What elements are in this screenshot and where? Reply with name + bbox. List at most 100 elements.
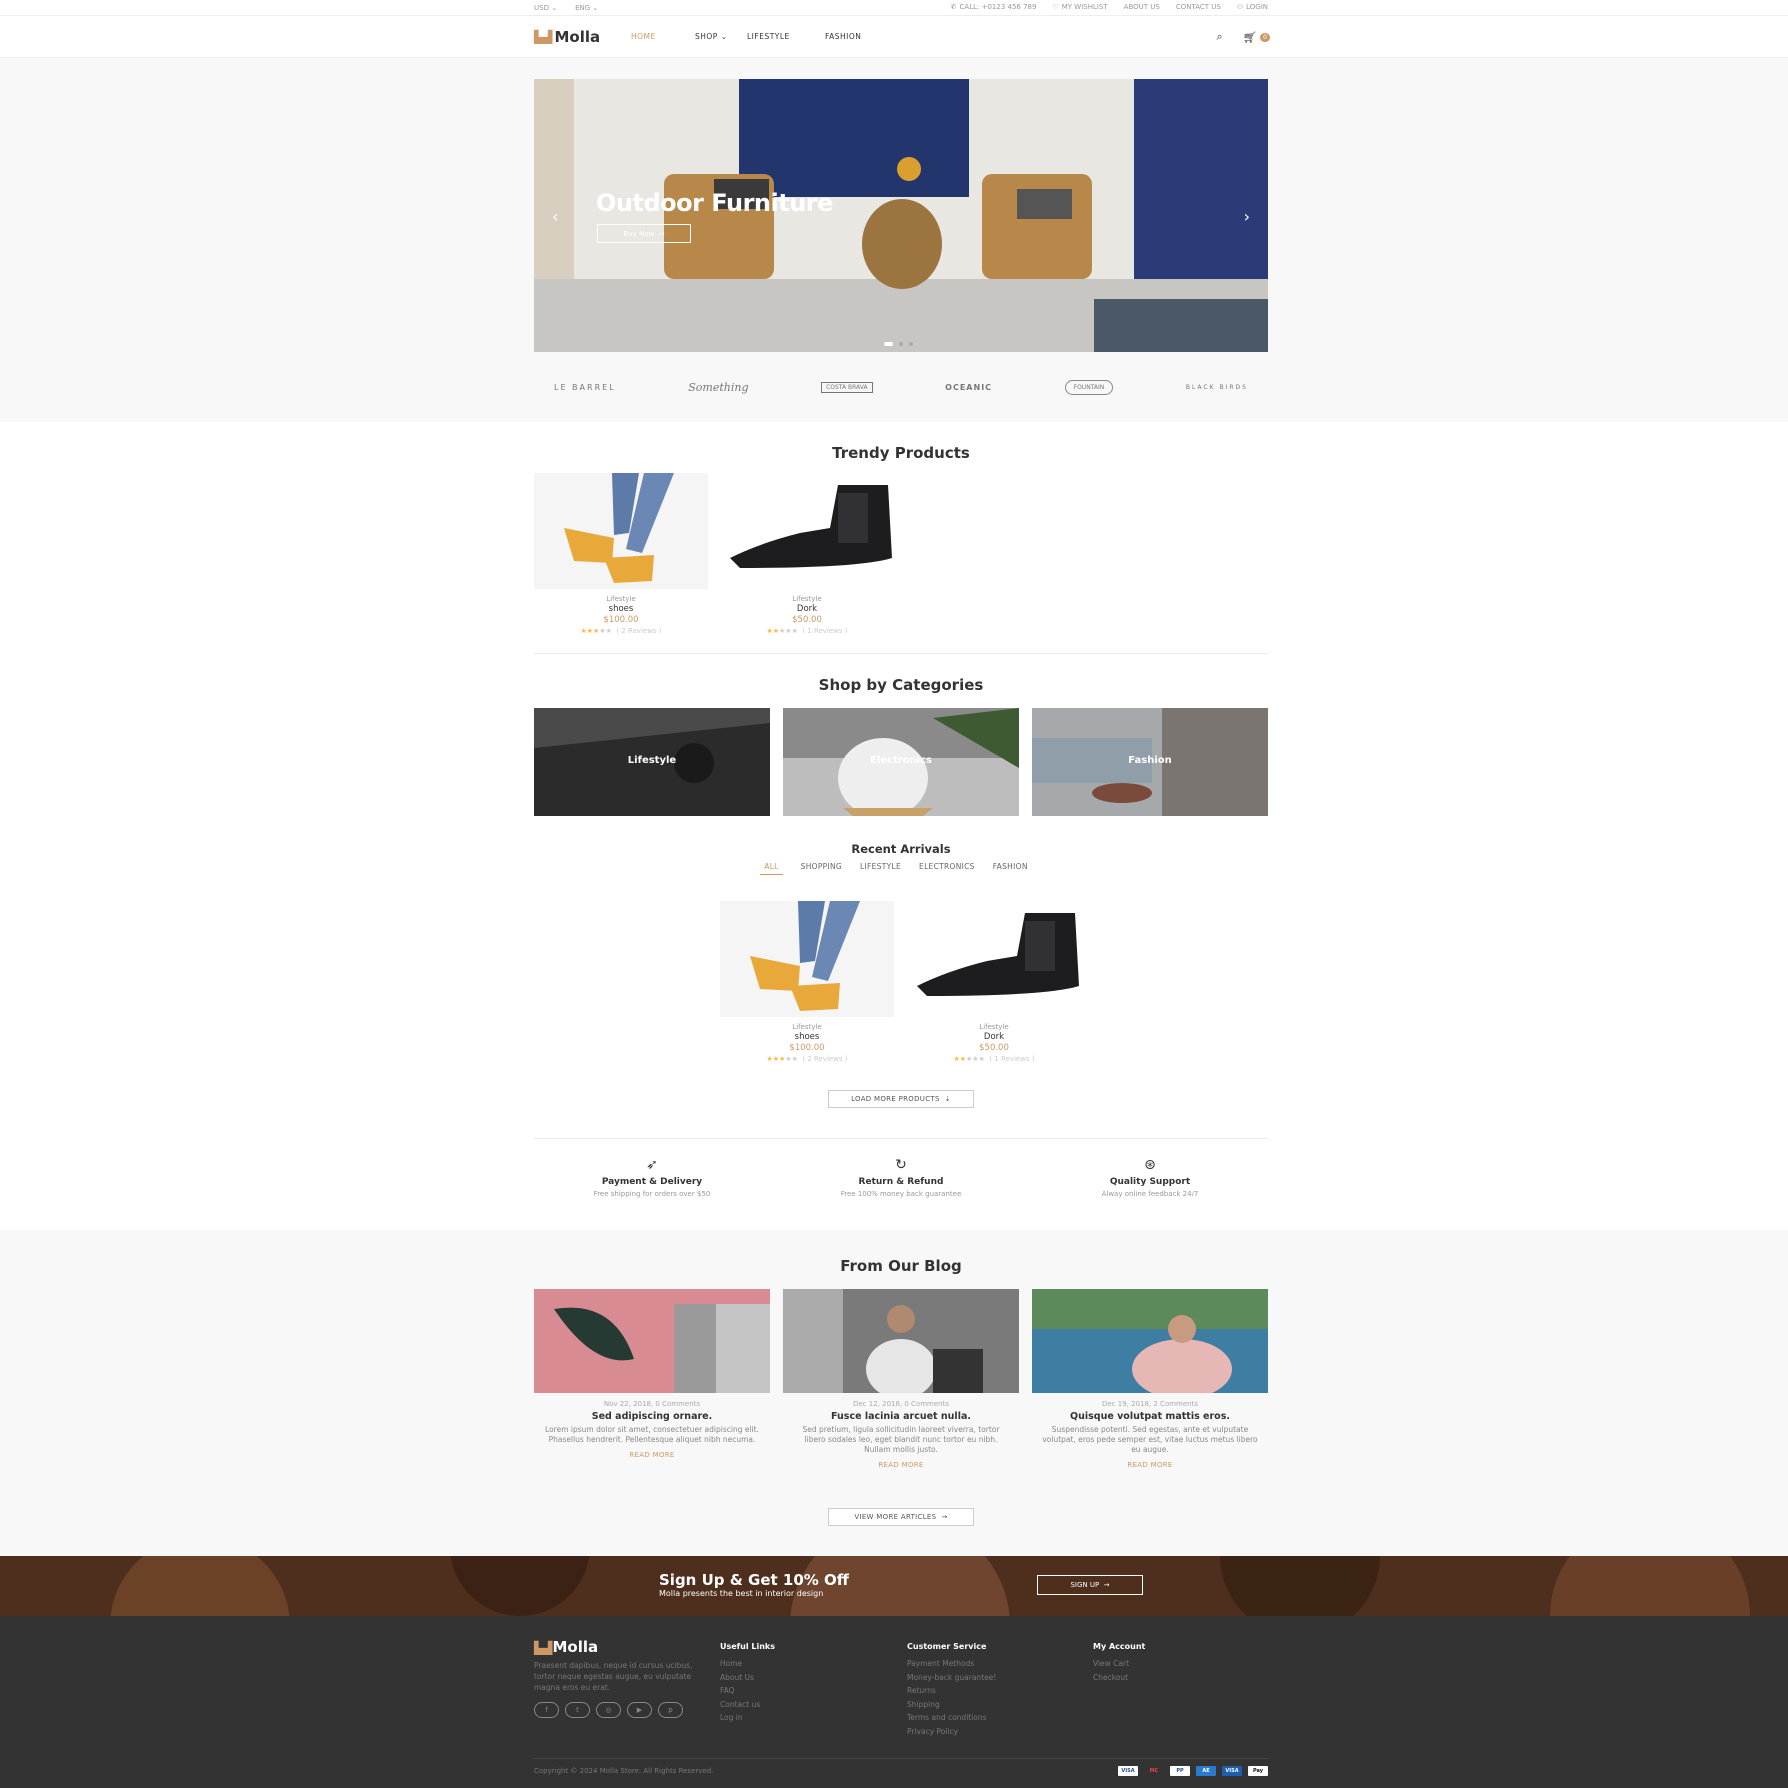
product-name[interactable]: Dork: [907, 1032, 1081, 1042]
view-more-articles-button[interactable]: VIEW MORE ARTICLES →: [828, 1508, 974, 1526]
filter-lifestyle[interactable]: LIFESTYLE: [860, 862, 901, 875]
footer-link[interactable]: Money-back guarantee!: [907, 1673, 996, 1682]
footer-link[interactable]: Terms and conditions: [907, 1713, 996, 1722]
prev-slide-icon[interactable]: ‹: [552, 207, 558, 226]
recent-arrivals-title: Recent Arrivals: [851, 842, 951, 856]
brand-logo[interactable]: Something: [688, 381, 748, 394]
footer: ▙▟Molla Praesent dapibus, neque id cursu…: [0, 1616, 1788, 1788]
footer-link[interactable]: Privacy Policy: [907, 1727, 996, 1736]
post-title[interactable]: Fusce lacinia arcuet nulla.: [783, 1411, 1019, 1422]
filter-fashion[interactable]: FASHION: [993, 862, 1028, 875]
buy-now-button[interactable]: Buy Now →: [597, 224, 691, 243]
product-card[interactable]: Lifestyle shoes $100.00 ★★★★★ ( 2 Review…: [720, 901, 894, 1063]
blog-title: From Our Blog: [840, 1257, 962, 1275]
footer-link[interactable]: Log in: [720, 1713, 775, 1722]
product-card[interactable]: Lifestyle Dork $50.00 ★★★★★ ( 1 Reviews …: [720, 473, 894, 635]
read-more-link[interactable]: READ MORE: [1032, 1461, 1268, 1469]
filter-shopping[interactable]: SHOPPING: [801, 862, 842, 875]
footer-link[interactable]: Returns: [907, 1686, 996, 1695]
nav-fashion[interactable]: FASHION: [825, 32, 861, 41]
brand-logo[interactable]: COSTA BRAVA: [821, 382, 873, 393]
filter-all[interactable]: ALL: [760, 862, 783, 875]
product-image[interactable]: [534, 473, 708, 589]
call-link[interactable]: ✆ CALL: +0123 456 789: [951, 3, 1037, 11]
instagram-icon[interactable]: ◎: [596, 1702, 621, 1718]
next-slide-icon[interactable]: ›: [1244, 207, 1250, 226]
copyright: Copyright © 2024 Molla Store. All Rights…: [534, 1767, 714, 1775]
footer-col-title: Customer Service: [907, 1642, 987, 1651]
product-category[interactable]: Lifestyle: [720, 1023, 894, 1031]
product-name[interactable]: shoes: [720, 1032, 894, 1042]
nav-lifestyle[interactable]: LIFESTYLE: [747, 32, 825, 41]
category-fashion[interactable]: Fashion: [1032, 708, 1268, 816]
footer-link[interactable]: Shipping: [907, 1700, 996, 1709]
product-image[interactable]: [720, 473, 894, 589]
trendy-title: Trendy Products: [832, 444, 970, 462]
product-name[interactable]: shoes: [534, 604, 708, 614]
read-more-link[interactable]: READ MORE: [534, 1451, 770, 1459]
blog-post: Dec 19, 2018, 2 Comments Quisque volutpa…: [1032, 1289, 1268, 1469]
slide-dot[interactable]: [909, 342, 913, 346]
slide-dot[interactable]: [884, 342, 893, 346]
slide-dot[interactable]: [899, 342, 903, 346]
product-card[interactable]: Lifestyle shoes $100.00 ★★★★★ ( 2 Review…: [534, 473, 708, 635]
filter-electronics[interactable]: ELECTRONICS: [919, 862, 975, 875]
footer-logo[interactable]: ▙▟Molla: [534, 1638, 598, 1656]
footer-link[interactable]: Payment Methods: [907, 1659, 996, 1668]
blog-post: Nov 22, 2018, 0 Comments Sed adipiscing …: [534, 1289, 770, 1459]
search-icon[interactable]: ⌕: [1217, 30, 1223, 44]
blog-post: Dec 12, 2018, 0 Comments Fusce lacinia a…: [783, 1289, 1019, 1469]
brand-logo[interactable]: BLACK BIRDS: [1186, 384, 1248, 391]
youtube-icon[interactable]: ▶: [627, 1702, 652, 1718]
post-title[interactable]: Sed adipiscing ornare.: [534, 1411, 770, 1422]
category-label: Fashion: [1128, 755, 1172, 766]
category-label: Lifestyle: [627, 755, 677, 766]
brand-logo[interactable]: OCEANIC: [945, 383, 992, 392]
currency-select[interactable]: USD ⌄: [534, 4, 557, 12]
load-more-button[interactable]: LOAD MORE PRODUCTS ⇣: [828, 1090, 974, 1108]
login-link[interactable]: ⚇ LOGIN: [1237, 3, 1268, 11]
facebook-icon[interactable]: f: [534, 1702, 559, 1718]
footer-link[interactable]: About Us: [720, 1673, 775, 1682]
phone-icon: ✆: [950, 3, 957, 11]
wishlist-link[interactable]: ♡ MY WISHLIST: [1052, 3, 1107, 11]
rocket-icon: ➶: [646, 1157, 658, 1173]
footer-link[interactable]: FAQ: [720, 1686, 775, 1695]
product-category[interactable]: Lifestyle: [720, 595, 894, 603]
footer-link[interactable]: Contact us: [720, 1700, 775, 1709]
about-link[interactable]: ABOUT US: [1124, 3, 1160, 11]
category-electronics[interactable]: Electronics: [783, 708, 1019, 816]
nav-shop[interactable]: SHOP ⌄: [695, 32, 747, 41]
signup-subtitle: Molla presents the best in interior desi…: [659, 1589, 824, 1598]
read-more-link[interactable]: READ MORE: [783, 1461, 1019, 1469]
product-category[interactable]: Lifestyle: [534, 595, 708, 603]
post-image[interactable]: [534, 1289, 770, 1393]
post-image[interactable]: [783, 1289, 1019, 1393]
post-excerpt: Lorem ipsum dolor sit amet, consectetuer…: [545, 1425, 759, 1444]
post-title[interactable]: Quisque volutpat mattis eros.: [1032, 1411, 1268, 1422]
product-card[interactable]: Lifestyle Dork $50.00 ★★★★★ ( 1 Reviews …: [907, 901, 1081, 1063]
product-category[interactable]: Lifestyle: [907, 1023, 1081, 1031]
footer-divider: [534, 1758, 1268, 1759]
twitter-icon[interactable]: t: [565, 1702, 590, 1718]
contact-link[interactable]: CONTACT US: [1176, 3, 1221, 11]
product-image[interactable]: [720, 901, 894, 1017]
category-lifestyle[interactable]: Lifestyle: [534, 708, 770, 816]
divider: [534, 653, 1268, 654]
logo[interactable]: ▙▟ Molla: [534, 28, 600, 46]
pinterest-icon[interactable]: p: [658, 1702, 683, 1718]
signup-button[interactable]: SIGN UP →: [1037, 1575, 1143, 1595]
signup-banner: Sign Up & Get 10% Off Molla presents the…: [0, 1556, 1788, 1616]
footer-link[interactable]: Home: [720, 1659, 775, 1668]
footer-link[interactable]: Checkout: [1093, 1673, 1145, 1682]
brand-logo[interactable]: FOUNTAIN: [1064, 380, 1114, 395]
product-image[interactable]: [907, 901, 1081, 1017]
cart-button[interactable]: 🛒︎ 0: [1243, 31, 1270, 44]
rotate-icon: ↻: [895, 1157, 907, 1173]
footer-link[interactable]: View Cart: [1093, 1659, 1145, 1668]
language-select[interactable]: ENG ⌄: [575, 4, 598, 12]
brand-logo[interactable]: LE BARREL: [554, 383, 616, 392]
post-image[interactable]: [1032, 1289, 1268, 1393]
nav-home[interactable]: HOME: [631, 32, 695, 41]
product-name[interactable]: Dork: [720, 604, 894, 614]
